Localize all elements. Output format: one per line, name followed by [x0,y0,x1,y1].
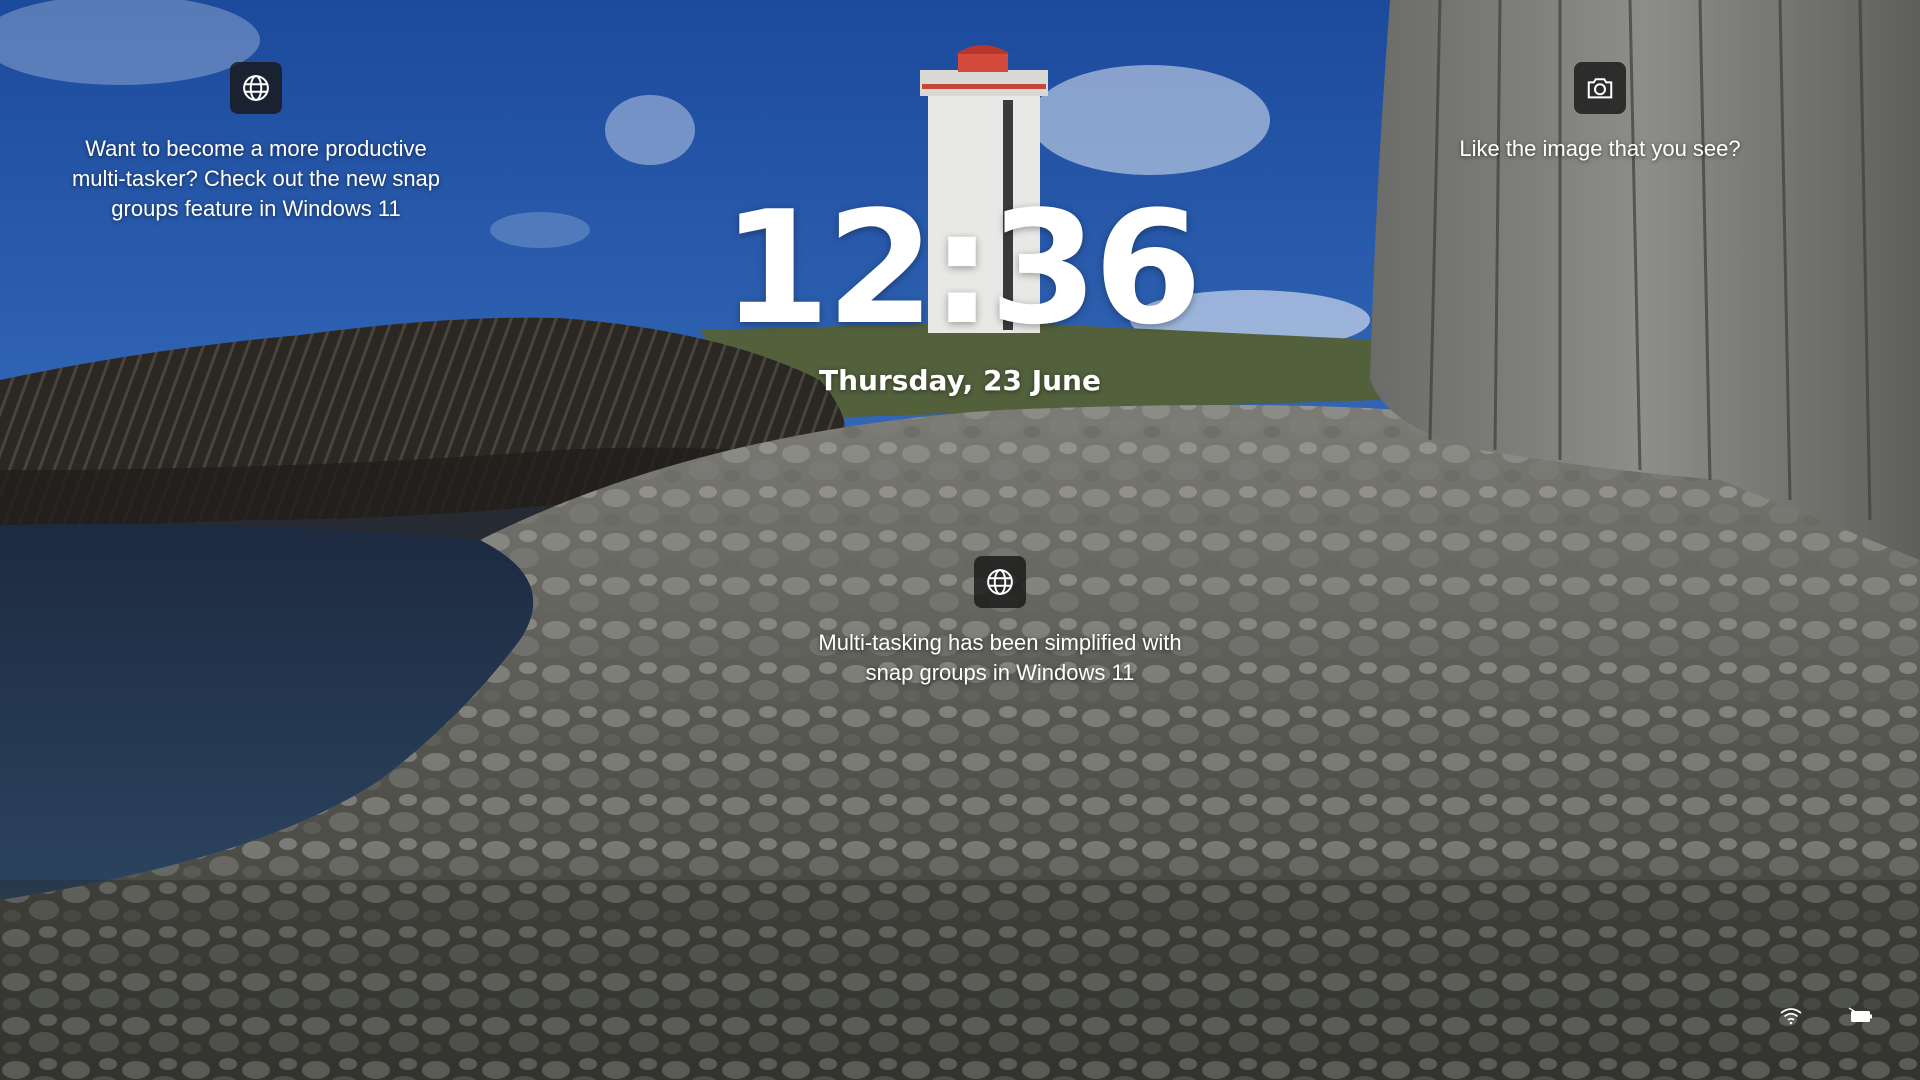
tip-top-right-text[interactable]: Like the image that you see? [1400,134,1800,164]
camera-icon[interactable] [1574,62,1626,114]
lock-screen-date: Thursday, 23 June [819,364,1101,397]
tip-line: groups feature in Windows 11 [111,196,401,221]
tip-line: Multi-tasking has been simplified with [818,630,1182,655]
tip-line: Want to become a more productive [85,136,427,161]
battery-charging-icon[interactable] [1846,1004,1876,1028]
globe-icon[interactable] [974,556,1026,608]
tip-top-left-text[interactable]: Want to become a more productive multi-t… [56,134,456,224]
tip-line: Like the image that you see? [1459,136,1741,161]
tip-line: snap groups in Windows 11 [865,660,1135,685]
tip-center-text[interactable]: Multi-tasking has been simplified with s… [800,628,1200,688]
wifi-icon[interactable] [1776,1004,1806,1028]
tip-center[interactable]: Multi-tasking has been simplified with s… [800,556,1200,688]
tip-line: multi-tasker? Check out the new snap [71,166,441,191]
globe-icon[interactable] [230,62,282,114]
tip-top-left[interactable]: Want to become a more productive multi-t… [56,62,456,224]
tip-top-right[interactable]: Like the image that you see? [1400,62,1800,164]
